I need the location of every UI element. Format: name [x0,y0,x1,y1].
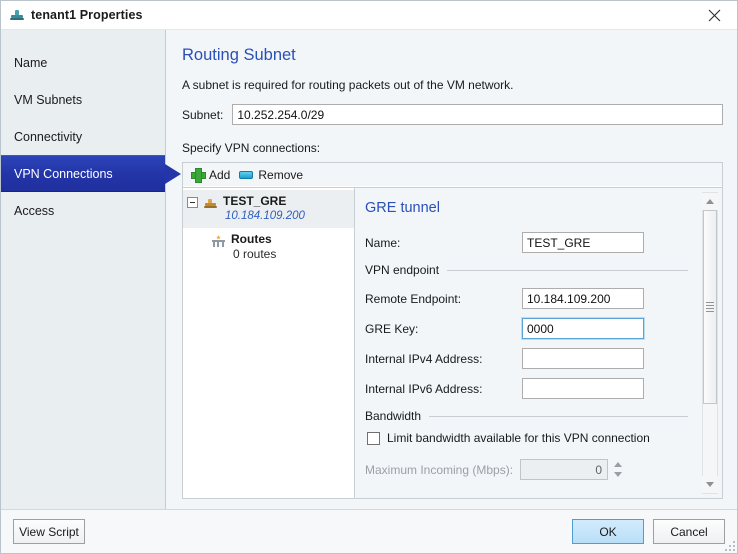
name-row: Name: [365,229,722,256]
vpn-toolbar: Add Remove [183,163,722,187]
collapse-icon[interactable] [187,197,198,208]
form-scrollbar[interactable] [702,192,718,494]
limit-bandwidth-row[interactable]: Limit bandwidth available for this VPN c… [367,431,722,445]
stepper-up-icon[interactable] [613,461,622,467]
sidebar-item-label: Name [14,55,48,70]
group-divider [447,269,688,271]
tree-item-test-gre[interactable]: TEST_GRE 10.184.109.200 [183,190,354,228]
tree-item-routes[interactable]: Routes 0 routes [183,228,354,266]
stepper-down-icon[interactable] [613,472,622,478]
internal-ipv6-label: Internal IPv6 Address: [365,381,483,396]
bandwidth-group-label: Bandwidth [365,409,422,423]
sidebar-item-label: Connectivity [14,129,83,144]
vpn-connections-box: Add Remove TEST_GRE 10.184.109.200 Route… [182,162,723,499]
limit-bandwidth-checkbox[interactable] [367,431,380,445]
scroll-up-icon[interactable] [702,193,718,210]
remove-button-label: Remove [258,167,304,182]
sidebar-item-connectivity[interactable]: Connectivity [1,118,165,155]
ok-button[interactable]: OK [572,519,644,544]
window-title: tenant1 Properties [31,8,143,22]
add-button-label: Add [209,167,231,182]
limit-bandwidth-label: Limit bandwidth available for this VPN c… [387,431,650,445]
page-description: A subnet is required for routing packets… [182,78,514,92]
internal-ipv6-input[interactable] [522,378,644,399]
subnet-row: Subnet: [182,104,723,125]
dialog-footer: View Script OK Cancel [1,509,737,553]
name-input[interactable] [522,232,644,253]
internal-ipv4-input[interactable] [522,348,644,369]
sidebar-item-label: VPN Connections [14,166,113,181]
remote-endpoint-label: Remote Endpoint: [365,291,462,306]
gre-key-input[interactable] [521,317,645,340]
network-tenant-icon [9,7,25,23]
close-icon[interactable] [692,1,737,29]
gre-tunnel-icon [203,196,218,210]
stepper-buttons[interactable] [611,459,624,480]
name-label: Name: [365,235,401,250]
group-divider [429,415,688,417]
cancel-button[interactable]: Cancel [653,519,725,544]
internal-ipv4-label: Internal IPv4 Address: [365,351,483,366]
sidebar-item-vm-subnets[interactable]: VM Subnets [1,81,165,118]
sidebar-item-label: Access [14,203,55,218]
dialog-body: Name VM Subnets Connectivity VPN Connect… [1,29,737,509]
footer-actions: OK Cancel [572,519,725,544]
internal-ipv4-row: Internal IPv4 Address: [365,345,722,372]
minus-icon [239,170,254,179]
max-incoming-stepper[interactable] [520,459,624,480]
max-incoming-input[interactable] [520,459,609,480]
internal-ipv6-row: Internal IPv6 Address: [365,375,722,402]
resize-grip[interactable] [723,539,735,551]
tree-item-ip: 10.184.109.200 [225,210,305,222]
sidebar-item-access[interactable]: Access [1,192,165,229]
scrollbar-track[interactable] [702,210,718,476]
bandwidth-group-header: Bandwidth [365,409,722,423]
sidebar-item-label: VM Subnets [14,92,83,107]
sidebar-item-vpn-connections[interactable]: VPN Connections [1,155,181,192]
remote-endpoint-row: Remote Endpoint: [365,285,722,312]
vpn-tree: TEST_GRE 10.184.109.200 Routes 0 routes [183,188,355,498]
scroll-down-icon[interactable] [702,476,718,493]
gre-key-label: GRE Key: [365,321,419,336]
tree-item-title: TEST_GRE [223,194,287,208]
max-incoming-label: Maximum Incoming (Mbps): [365,462,514,477]
vpn-endpoint-group-header: VPN endpoint [365,263,722,277]
specify-vpn-label: Specify VPN connections: [182,141,321,155]
view-script-button[interactable]: View Script [13,519,85,544]
sidebar-item-name[interactable]: Name [1,44,165,81]
subnet-label: Subnet: [182,107,224,122]
grip-icon [706,300,714,314]
title-bar: tenant1 Properties [1,1,737,29]
gre-key-row: GRE Key: [365,315,722,342]
vpn-panes: TEST_GRE 10.184.109.200 Routes 0 routes … [183,187,722,498]
vpn-endpoint-group-label: VPN endpoint [365,263,440,277]
subnet-input[interactable] [232,104,723,125]
sidebar-nav: Name VM Subnets Connectivity VPN Connect… [1,30,181,509]
properties-dialog: tenant1 Properties Name VM Subnets Conne… [0,0,738,554]
remote-endpoint-input[interactable] [522,288,644,309]
form-title: GRE tunnel [365,200,440,216]
content-pane: Routing Subnet A subnet is required for … [166,30,737,509]
page-title: Routing Subnet [182,46,296,64]
routes-icon [211,234,226,248]
remove-button[interactable]: Remove [237,164,310,186]
add-button[interactable]: Add [189,164,237,186]
gre-tunnel-form: GRE tunnel Name: VPN endpoint Remote End… [355,188,722,498]
tree-item-count: 0 routes [233,247,277,261]
plus-icon [191,168,206,183]
max-incoming-row: Maximum Incoming (Mbps): [365,456,722,483]
scrollbar-thumb[interactable] [703,210,717,405]
tree-item-title: Routes [231,232,272,246]
